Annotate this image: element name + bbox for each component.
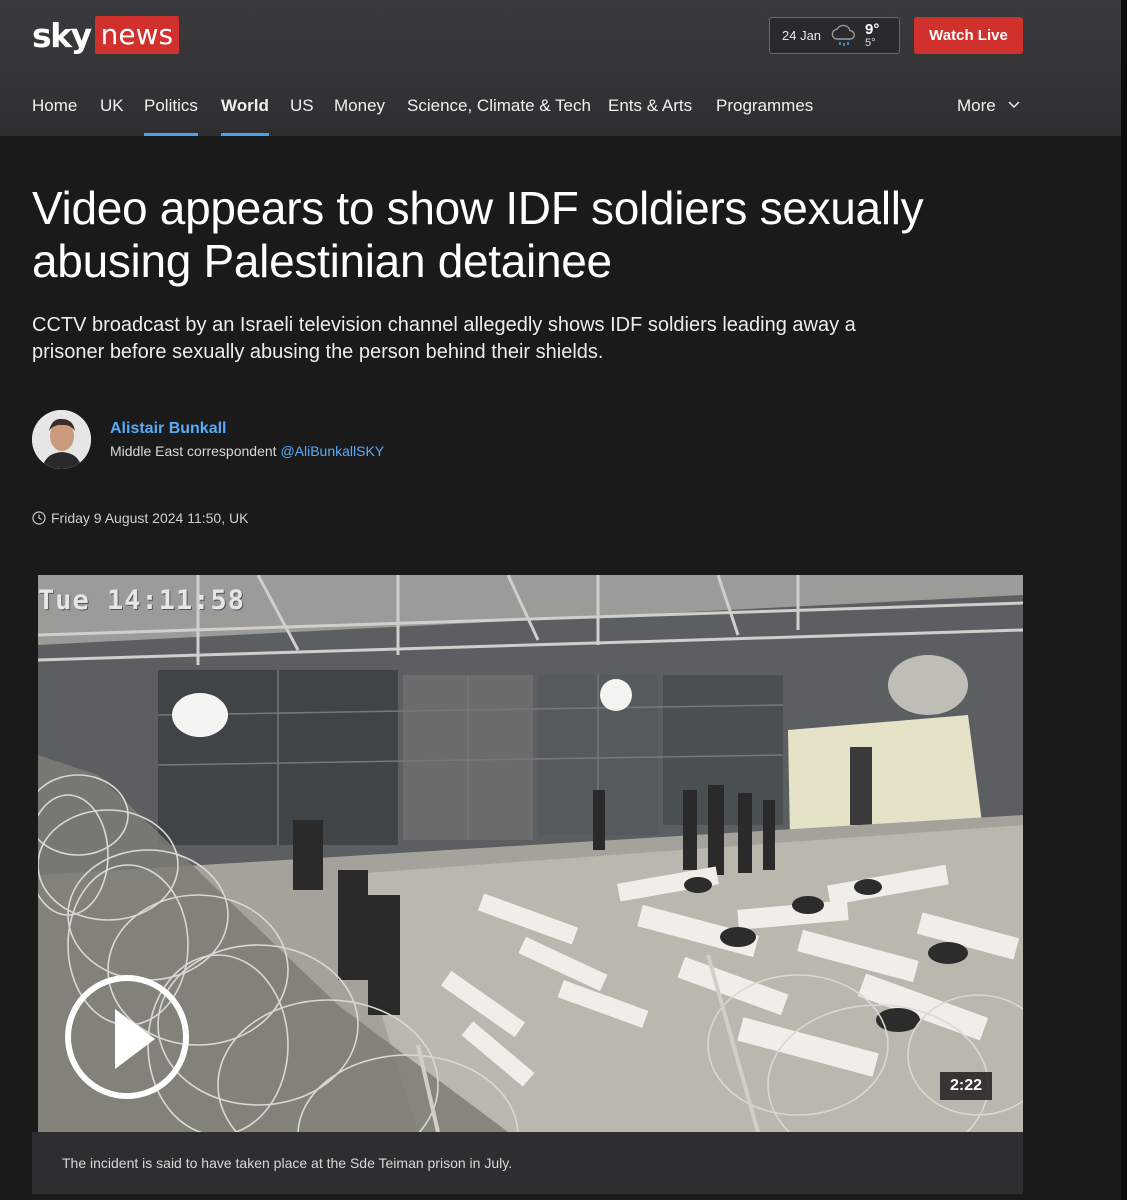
nav-item-uk[interactable]: UK (100, 96, 124, 136)
author-role-line: Middle East correspondent @AliBunkallSKY (110, 443, 384, 459)
author-photo (32, 410, 91, 469)
logo-sky-text: sky (32, 15, 92, 55)
video-caption: The incident is said to have taken place… (32, 1132, 1023, 1194)
weather-temps: 9° 5° (865, 22, 879, 49)
article-timestamp: Friday 9 August 2024 11:50, UK (32, 510, 248, 526)
temp-high: 9° (865, 21, 880, 38)
weather-date: 24 Jan (782, 28, 822, 43)
nav-item-politics[interactable]: Politics (144, 96, 198, 136)
nav-item-money[interactable]: Money (334, 96, 385, 136)
nav-item-home[interactable]: Home (32, 96, 77, 136)
nav-item-ents-arts[interactable]: Ents & Arts (608, 96, 692, 136)
weather-widget[interactable]: 24 Jan 9° 5° (769, 17, 900, 54)
timestamp-text: Friday 9 August 2024 11:50, UK (51, 510, 249, 526)
nav-more-label: More (957, 96, 996, 115)
nav-more-button[interactable]: More (957, 96, 1020, 116)
article-standfirst: CCTV broadcast by an Israeli television … (32, 314, 856, 363)
nav-item-us[interactable]: US (290, 96, 314, 136)
author-name[interactable]: Alistair Bunkall (110, 420, 226, 438)
author-twitter-handle[interactable]: @AliBunkallSKY (280, 443, 384, 459)
video-player[interactable]: Tue 14:11:58 2:22 (38, 575, 1023, 1132)
sky-news-logo[interactable]: sky news (32, 15, 180, 55)
play-icon (115, 1009, 155, 1069)
cctv-timestamp-overlay: Tue 14:11:58 (38, 585, 246, 616)
article-headline: Video appears to show IDF soldiers sexua… (32, 182, 924, 287)
play-button[interactable] (65, 975, 189, 1099)
nav-item-programmes[interactable]: Programmes (716, 96, 813, 136)
temp-low: 5° (865, 37, 876, 49)
clock-icon (32, 511, 46, 525)
video-duration: 2:22 (940, 1072, 992, 1100)
rain-cloud-icon (831, 24, 856, 46)
author-avatar[interactable] (32, 410, 91, 469)
watch-live-button[interactable]: Watch Live (914, 17, 1023, 54)
logo-news-text: news (94, 16, 180, 54)
site-header: sky news 24 Jan 9° 5° Watch Live Home UK… (0, 0, 1127, 136)
page-edge (1121, 0, 1127, 1200)
nav-item-world[interactable]: World (221, 96, 269, 136)
chevron-down-icon (1008, 101, 1020, 109)
nav-item-science-climate-tech[interactable]: Science, Climate & Tech (407, 96, 591, 136)
main-nav: Home UK Politics World US Money Science,… (0, 86, 1127, 136)
author-role: Middle East correspondent (110, 443, 277, 459)
